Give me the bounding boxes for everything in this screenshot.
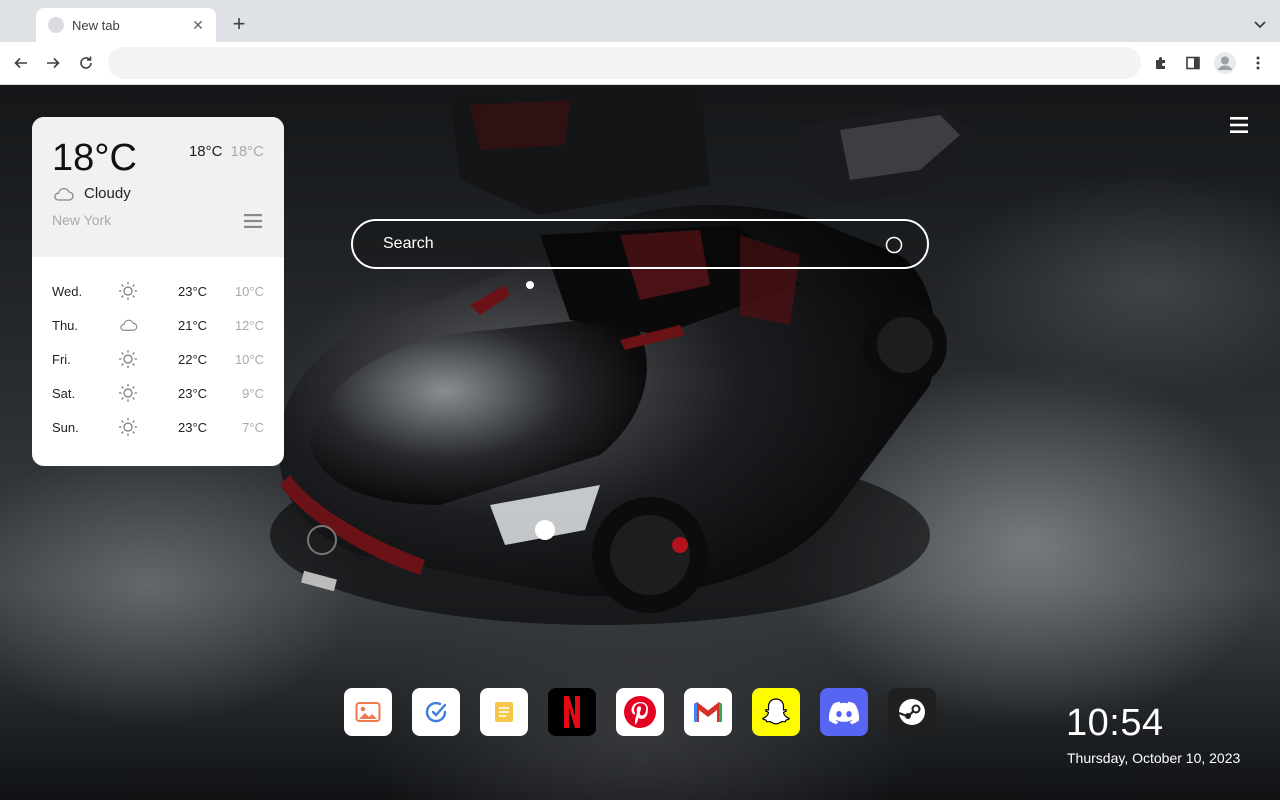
forward-button[interactable] [40,50,66,76]
pinterest-icon [624,696,656,728]
tasks-icon [425,701,447,723]
reload-button[interactable] [73,50,99,76]
forecast-row: Fri. 22°C 10°C [32,342,284,376]
search-icon[interactable] [885,236,903,254]
forecast-low: 10°C [234,283,264,299]
browser-menu-button[interactable] [1245,50,1271,76]
current-high-low: 18°C 18°C [189,143,264,160]
extensions-button[interactable] [1148,50,1174,76]
forward-arrow-icon [47,57,60,69]
tab-strip: New tab ✕ + [0,0,1280,42]
forecast-day: Sat. [52,385,76,401]
side-panel-icon [1186,56,1200,70]
forecast-day: Thu. [52,317,79,333]
profile-button[interactable] [1212,50,1238,76]
pinterest-app-button[interactable] [616,688,664,736]
back-button[interactable] [8,50,34,76]
forecast-row: Sat. 23°C 9°C [32,376,284,410]
forecast-low: 9°C [242,385,264,401]
forecast-high: 23°C [178,419,208,435]
forecast-low: 10°C [234,351,264,367]
current-high: 18°C [188,143,223,160]
forecast-row: Sun. 23°C 7°C [32,410,284,444]
weather-menu-icon[interactable] [244,214,262,228]
puzzle-icon [1156,57,1165,69]
new-tab-page: 18°C 18°C 18°C Cloudy New York Wed. 23°C … [0,85,1280,800]
snapchat-app-button[interactable] [752,688,800,736]
browser-toolbar [0,42,1280,85]
tab-title: New tab [72,17,120,33]
netflix-icon [564,696,580,728]
gmail-icon [694,702,722,722]
current-temperature: 18°C [52,137,137,179]
gmail-app-button[interactable] [684,688,732,736]
forecast-row: Wed. 23°C 10°C [32,274,284,308]
tab-favicon-icon [48,17,64,33]
snapchat-ghost-icon [762,698,790,725]
app-dock [344,688,936,736]
forecast-high: 21°C [178,317,208,333]
gallery-app-button[interactable] [344,688,392,736]
weather-current: 18°C 18°C 18°C Cloudy New York [32,117,284,257]
back-arrow-icon [14,57,27,69]
forecast-day: Sun. [52,419,79,435]
notes-app-button[interactable] [480,688,528,736]
discord-app-button[interactable] [820,688,868,736]
notes-icon [495,702,513,722]
reload-icon [80,56,92,69]
address-bar[interactable] [108,47,1141,79]
background-car-image [270,85,975,625]
sun-icon [118,383,138,403]
avatar-icon [1214,52,1236,74]
forecast-day: Fri. [52,351,71,367]
forecast-high: 23°C [178,283,208,299]
condition-label: Cloudy [84,185,131,202]
sun-icon [118,349,138,369]
current-low: 18°C [230,143,264,160]
cloud-icon [118,315,138,335]
gallery-icon [355,702,381,722]
tab-close-icon[interactable]: ✕ [190,17,206,34]
hamburger-menu-icon[interactable] [1230,117,1248,133]
forecast-row: Thu. 21°C 12°C [32,308,284,342]
cloud-icon [54,187,74,201]
forecast-high: 23°C [178,385,208,401]
sun-icon [118,417,138,437]
new-tab-button[interactable]: + [226,12,252,38]
city-name: New York [52,212,112,228]
forecast-day: Wed. [52,283,83,299]
netflix-app-button[interactable] [548,688,596,736]
tab-search-chevron-icon[interactable] [1250,14,1270,34]
search-box [351,219,929,269]
clock-date: Thursday, October 10, 2023 [1067,750,1241,766]
weather-widget[interactable]: 18°C 18°C 18°C Cloudy New York Wed. 23°C … [32,117,284,466]
discord-icon [828,701,860,724]
forecast-list: Wed. 23°C 10°C Thu. 21°C 12°C Fri. 22°C … [32,257,284,444]
sun-icon [118,281,138,301]
steam-icon [898,699,925,725]
current-condition: Cloudy [52,185,131,202]
forecast-high: 22°C [178,351,208,367]
search-input[interactable] [353,221,927,267]
steam-app-button[interactable] [888,688,936,736]
kebab-menu-icon [1256,56,1260,70]
forecast-low: 12°C [234,317,264,333]
tasks-app-button[interactable] [412,688,460,736]
tab-new-tab[interactable]: New tab ✕ [36,8,216,42]
clock-time: 10:54 [1066,702,1164,744]
side-panel-button[interactable] [1180,50,1206,76]
forecast-low: 7°C [242,419,264,435]
